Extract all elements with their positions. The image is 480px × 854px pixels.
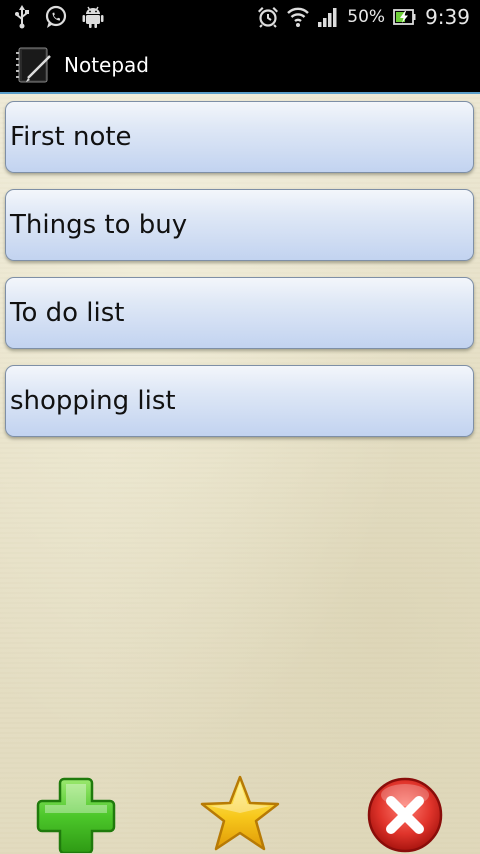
note-item-first-note[interactable]: First note	[5, 101, 474, 173]
note-item-things-to-buy[interactable]: Things to buy	[5, 189, 474, 261]
usb-icon	[14, 5, 30, 29]
add-plus-icon	[36, 777, 116, 853]
battery-charging-icon	[393, 8, 417, 26]
status-time: 9:39	[425, 5, 470, 29]
star-icon	[200, 775, 280, 851]
favorite-button[interactable]	[200, 773, 280, 853]
wifi-icon	[287, 6, 310, 28]
delete-x-icon	[367, 777, 443, 853]
whatsapp-icon	[44, 5, 68, 29]
signal-icon	[317, 6, 339, 28]
delete-note-button[interactable]	[365, 773, 445, 853]
notes-list: First note Things to buy To do list shop…	[5, 101, 474, 453]
battery-percent: 50%	[347, 7, 386, 27]
note-item-to-do-list[interactable]: To do list	[5, 277, 474, 349]
app-title: Notepad	[64, 53, 149, 77]
note-label: First note	[10, 122, 132, 152]
notepad-app-icon	[14, 46, 52, 84]
note-label: Things to buy	[10, 210, 188, 240]
alarm-icon	[257, 6, 279, 28]
status-bar: 50% 9:39	[0, 0, 480, 34]
note-label: shopping list	[10, 386, 176, 416]
action-bar: Notepad	[0, 34, 480, 94]
add-note-button[interactable]	[36, 773, 116, 853]
note-item-shopping-list[interactable]: shopping list	[5, 365, 474, 437]
notes-content: First note Things to buy To do list shop…	[0, 94, 480, 854]
note-label: To do list	[10, 298, 125, 328]
android-icon	[82, 5, 104, 29]
